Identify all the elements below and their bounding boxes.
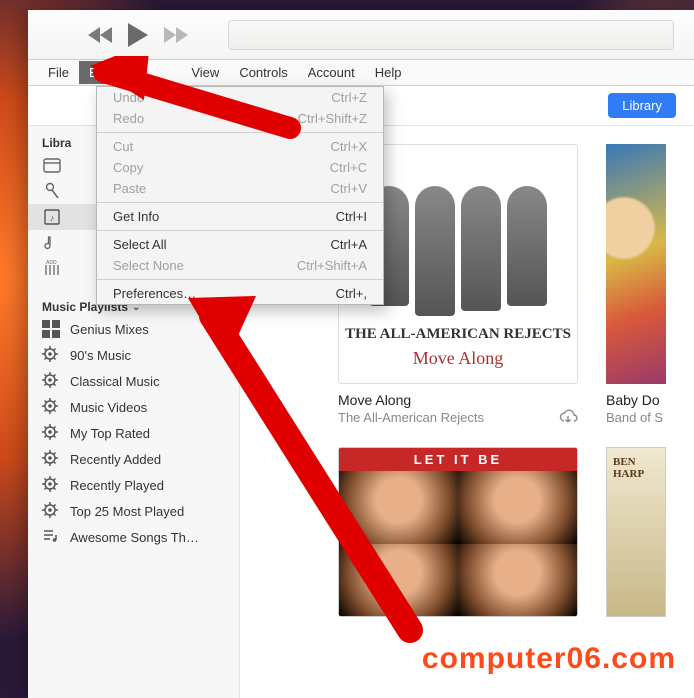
menu-item-label: Paste [113,181,146,196]
menu-edit[interactable]: Edit [79,61,121,84]
genres-icon: ADD [42,260,62,278]
playlist-awesome-songs[interactable]: Awesome Songs Th… [28,524,239,550]
menu-account[interactable]: Account [298,61,365,84]
svg-text:♪: ♪ [50,213,55,223]
playlist-recently-played[interactable]: Recently Played [28,472,239,498]
menu-item-copy: Copy Ctrl+C [97,157,383,178]
menu-item-select-all[interactable]: Select All Ctrl+A [97,234,383,255]
menu-item-shortcut: Ctrl+A [331,237,367,252]
now-playing-display [228,20,674,50]
album-tile[interactable]: Baby Do Band of S [606,144,666,425]
cover-album-name: Move Along [413,348,504,369]
album-cover [606,144,666,384]
menu-item-shortcut: Ctrl+, [336,286,367,301]
playlist-top-25[interactable]: Top 25 Most Played [28,498,239,524]
playlist-label: My Top Rated [70,426,150,441]
playlist-label: Genius Mixes [70,322,149,337]
gear-icon [42,476,60,494]
menu-item-shortcut: Ctrl+Shift+A [297,258,367,273]
watermark-text: computer06.com [422,642,676,676]
calendar-icon [42,156,62,174]
menu-item-shortcut: Ctrl+X [331,139,367,154]
transport-controls [88,23,188,47]
edit-menu-dropdown: UndoCtrl+ZRedoCtrl+Shift+ZCutCtrl+XCopyC… [96,86,384,305]
album-title: Move Along [338,392,411,408]
menu-item-shortcut: Ctrl+C [330,160,367,175]
playlist-label: 90's Music [70,348,131,363]
menu-item-label: Preferences… [113,286,196,301]
microphone-icon [42,182,62,200]
playlist-recently-added[interactable]: Recently Added [28,446,239,472]
playlist-label: Top 25 Most Played [70,504,184,519]
album-cover[interactable]: LET IT BE [338,447,578,617]
gear-icon [42,450,60,468]
menu-item-redo: Redo Ctrl+Shift+Z [97,108,383,129]
svg-text:ADD: ADD [46,260,57,266]
previous-track-icon[interactable] [88,26,114,44]
menu-item-shortcut: Ctrl+Z [331,90,367,105]
gear-icon [42,424,60,442]
menu-item-label: Redo [113,111,144,126]
menu-view[interactable]: View [181,61,229,84]
playlist-genius-mixes[interactable]: Genius Mixes [28,316,239,342]
sidebar-library-label: Libra [42,136,71,150]
menu-item-shortcut: Ctrl+V [331,181,367,196]
menu-separator [97,132,383,133]
menu-separator [97,202,383,203]
menu-item-cut: Cut Ctrl+X [97,136,383,157]
gear-icon [42,372,60,390]
playlist-label: Music Videos [70,400,147,415]
menu-item-shortcut: Ctrl+I [336,209,367,224]
menu-item-label: Copy [113,160,143,175]
menu-item-label: Get Info [113,209,159,224]
playlist-label: Recently Played [70,478,164,493]
menu-help[interactable]: Help [365,61,412,84]
album-cover[interactable]: BENHARP [606,447,666,617]
gear-icon [42,398,60,416]
menu-item-get-info[interactable]: Get Info Ctrl+I [97,206,383,227]
playlist-top-rated[interactable]: My Top Rated [28,420,239,446]
cover-banner: LET IT BE [339,448,577,471]
gear-icon [42,502,60,520]
player-bar [28,10,694,60]
menu-separator [97,279,383,280]
playlist-label: Recently Added [70,452,161,467]
menu-item-label: Select None [113,258,184,273]
album-artist: The All-American Rejects [338,410,484,425]
next-track-icon[interactable] [162,26,188,44]
menu-bar: File Edit View Controls Account Help [28,60,694,86]
playlist-label: Classical Music [70,374,160,389]
menu-item-paste: Paste Ctrl+V [97,178,383,199]
menu-item-label: Undo [113,90,144,105]
genius-icon [42,320,60,338]
menu-item-select-none: Select None Ctrl+Shift+A [97,255,383,276]
playlist-music-videos[interactable]: Music Videos [28,394,239,420]
menu-item-label: Select All [113,237,166,252]
cloud-download-icon[interactable] [558,409,578,425]
cover-band-name: THE ALL-AMERICAN REJECTS [345,326,571,343]
menu-item-shortcut: Ctrl+Shift+Z [298,111,367,126]
album-title: Baby Do [606,392,666,408]
menu-separator [97,230,383,231]
menu-file[interactable]: File [38,61,79,84]
playlist-90s-music[interactable]: 90's Music [28,342,239,368]
album-artist: Band of S [606,410,666,425]
menu-item-undo: Undo Ctrl+Z [97,87,383,108]
library-button[interactable]: Library [608,93,676,118]
menu-item-label: Cut [113,139,133,154]
play-icon[interactable] [128,23,148,47]
playlist-label: Awesome Songs Th… [70,530,199,545]
gear-icon [42,346,60,364]
music-note-icon [42,234,62,252]
playlist-classical[interactable]: Classical Music [28,368,239,394]
albums-icon: ♪ [42,208,62,226]
playlist-icon [42,528,60,546]
menu-item-preferences-[interactable]: Preferences… Ctrl+, [97,283,383,304]
menu-controls[interactable]: Controls [229,61,297,84]
